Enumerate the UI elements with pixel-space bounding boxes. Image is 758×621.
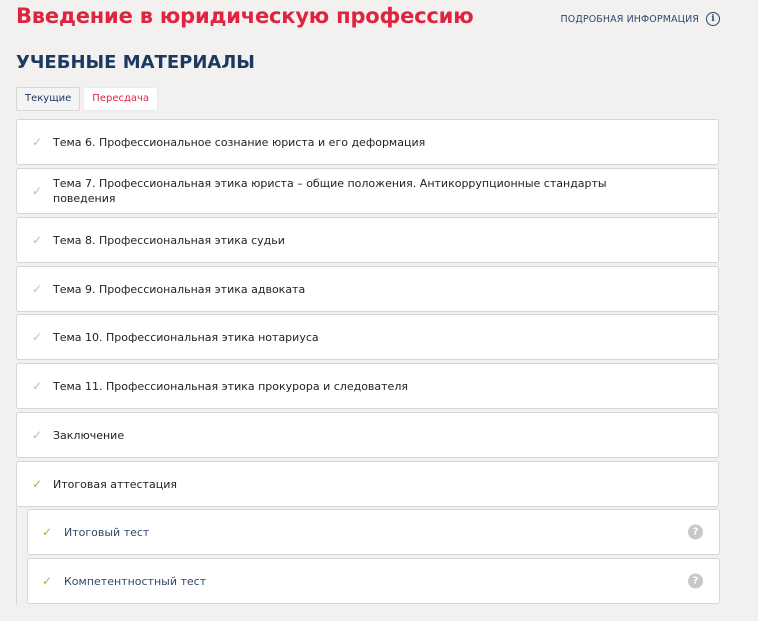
check-icon: ✓ [32, 282, 43, 296]
check-icon: ✓ [32, 477, 43, 491]
topic-item-final-attestation[interactable]: ✓ Итоговая аттестация [16, 461, 719, 507]
sub-items-guide-line [16, 507, 17, 605]
tab-current[interactable]: Текущие [16, 87, 81, 111]
sub-item-label: Компетентностный тест [64, 574, 207, 588]
sub-item-final-test[interactable]: ✓ Итоговый тест ? [27, 509, 720, 555]
more-info-link[interactable]: ПОДРОБНАЯ ИНФОРМАЦИЯ i [561, 12, 720, 26]
tab-retake[interactable]: Пересдача [83, 87, 159, 111]
info-circle-icon[interactable]: i [706, 12, 720, 26]
check-icon: ✓ [32, 379, 43, 393]
section-title: УЧЕБНЫЕ МАТЕРИАЛЫ [16, 52, 255, 73]
course-title: Введение в юридическую профессию [16, 4, 474, 28]
topic-label: Итоговая аттестация [53, 477, 177, 491]
topic-item-conclusion[interactable]: ✓ Заключение [16, 412, 719, 458]
topic-label: Тема 7. Профессиональная этика юриста – … [53, 177, 607, 205]
check-icon: ✓ [32, 135, 43, 149]
topic-label: Тема 6. Профессиональное сознание юриста… [53, 135, 426, 149]
check-icon: ✓ [32, 184, 43, 198]
check-icon: ✓ [32, 233, 43, 247]
topic-item-10[interactable]: ✓ Тема 10. Профессиональная этика нотари… [16, 314, 719, 360]
topic-item-6[interactable]: ✓ Тема 6. Профессиональное сознание юрис… [16, 119, 719, 165]
question-circle-icon[interactable]: ? [688, 573, 703, 589]
topic-label: Заключение [53, 428, 125, 442]
sub-item-competency-test[interactable]: ✓ Компетентностный тест ? [27, 558, 720, 604]
check-icon: ✓ [32, 428, 43, 442]
topic-label: Тема 9. Профессиональная этика адвоката [53, 282, 306, 296]
question-circle-icon[interactable]: ? [688, 524, 703, 540]
sub-item-label: Итоговый тест [64, 525, 150, 539]
topic-item-8[interactable]: ✓ Тема 8. Профессиональная этика судьи [16, 217, 719, 263]
topic-label: Тема 8. Профессиональная этика судьи [53, 233, 285, 247]
more-info-label: ПОДРОБНАЯ ИНФОРМАЦИЯ [560, 13, 699, 25]
materials-tabs: Текущие Пересдача [16, 87, 159, 111]
topic-item-9[interactable]: ✓ Тема 9. Профессиональная этика адвокат… [16, 266, 719, 312]
check-icon: ✓ [42, 574, 53, 588]
check-icon: ✓ [42, 525, 53, 539]
topic-item-7[interactable]: ✓ Тема 7. Профессиональная этика юриста … [16, 168, 719, 214]
topic-label: Тема 10. Профессиональная этика нотариус… [53, 330, 319, 344]
check-icon: ✓ [32, 330, 43, 344]
topic-label: Тема 11. Профессиональная этика прокурор… [53, 379, 408, 393]
topic-item-11[interactable]: ✓ Тема 11. Профессиональная этика прокур… [16, 363, 719, 409]
